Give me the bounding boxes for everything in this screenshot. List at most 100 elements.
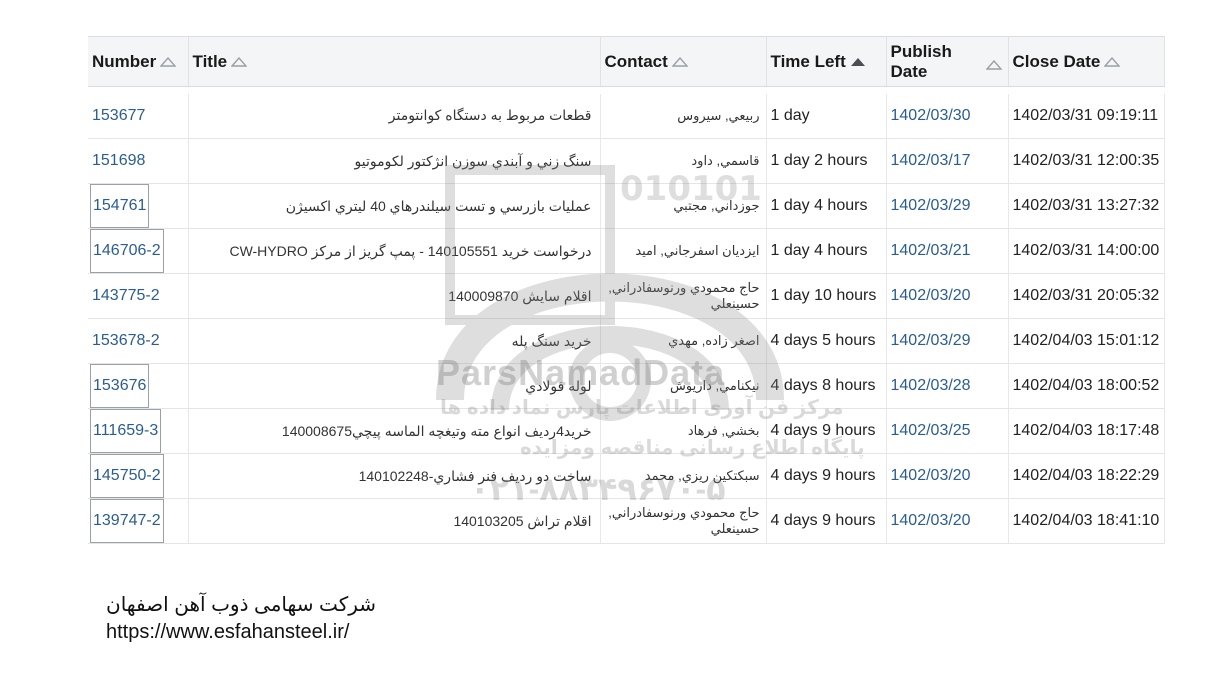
column-header-time-left[interactable]: Time Left [766, 36, 887, 87]
table-row[interactable]: 145750-2 ساخت دو رديف فنر فشاري-14010224… [88, 453, 1178, 499]
publish-date-cell: 1402/03/20 [886, 273, 1009, 319]
column-label-line: Publish [890, 41, 952, 61]
column-label: Number [92, 51, 157, 71]
column-label: Time Left [770, 51, 846, 71]
publish-date-cell: 1402/03/29 [886, 183, 1009, 229]
close-date-cell: 1402/03/31 13:27:32 [1008, 183, 1165, 229]
title-cell: قطعات مربوط به دستگاه کوانتومتر [188, 93, 601, 139]
publish-date-link[interactable]: 1402/03/25 [891, 422, 971, 439]
publish-date-cell: 1402/03/25 [886, 408, 1009, 454]
number-cell: 139747-2 [88, 498, 189, 544]
header-gap [1164, 36, 1178, 87]
table-row[interactable]: 154761 عمليات بازرسي و تست سيلندرهاي 40 … [88, 183, 1178, 229]
table-row[interactable]: 153677 قطعات مربوط به دستگاه کوانتومتر ر… [88, 93, 1178, 139]
publish-date-link[interactable]: 1402/03/29 [891, 332, 971, 349]
contact-cell: نيکنامي, داريوش [600, 363, 767, 409]
table-row[interactable]: 153676 لوله فولادي نيکنامي, داريوش 4 day… [88, 363, 1178, 409]
tender-number-link[interactable]: 153677 [92, 107, 145, 124]
publish-date-cell: 1402/03/28 [886, 363, 1009, 409]
close-date-cell: 1402/03/31 20:05:32 [1008, 273, 1165, 319]
tender-number-link[interactable]: 146706-2 [90, 229, 164, 273]
contact-cell: حاج محمودي ورنوسفادراني, حسينعلي [600, 498, 767, 544]
publish-date-link[interactable]: 1402/03/28 [891, 377, 971, 394]
company-url: https://www.esfahansteel.ir/ [106, 621, 350, 643]
number-cell: 111659-3 [88, 408, 189, 454]
row-gap [1164, 499, 1178, 544]
title-cell: ساخت دو رديف فنر فشاري-140102248 [188, 453, 601, 499]
tender-number-link[interactable]: 143775-2 [92, 287, 160, 304]
row-gap [1164, 139, 1178, 184]
column-header-number[interactable]: Number [88, 36, 189, 87]
time-left-cell: 4 days 5 hours [766, 318, 887, 364]
publish-date-cell: 1402/03/17 [886, 138, 1009, 184]
contact-cell: سبکتکين ريزي, محمد [600, 453, 767, 499]
publish-date-link[interactable]: 1402/03/20 [891, 467, 971, 484]
table-row[interactable]: 143775-2 اقلام سايش 140009870 حاج محمودي… [88, 273, 1178, 319]
sort-ascending-icon[interactable] [1103, 52, 1121, 72]
time-left-cell: 1 day 4 hours [766, 228, 887, 274]
number-cell: 153676 [88, 363, 189, 409]
time-left-cell: 1 day 4 hours [766, 183, 887, 229]
table-row[interactable]: 153678-2 خريد سنگ پله اصغر زاده, مهدي 4 … [88, 318, 1178, 364]
row-gap [1164, 184, 1178, 229]
time-left-cell: 1 day [766, 93, 887, 139]
header-row: Number Title Contact Time Left Publish Da… [88, 36, 1178, 87]
sort-ascending-icon[interactable] [984, 55, 1003, 75]
title-cell: درخواست خريد 140105551 - پمپ گريز از مرک… [188, 228, 601, 274]
column-label: Contact [604, 51, 668, 71]
column-header-contact[interactable]: Contact [600, 36, 767, 87]
tender-number-link[interactable]: 145750-2 [90, 454, 164, 498]
tender-table: Number Title Contact Time Left Publish Da… [88, 36, 1178, 544]
title-cell: اقلام سايش 140009870 [188, 273, 601, 319]
publish-date-link[interactable]: 1402/03/30 [891, 107, 971, 124]
number-cell: 153678-2 [88, 318, 189, 364]
tender-number-link[interactable]: 153676 [90, 364, 150, 408]
tender-number-link[interactable]: 153678-2 [92, 332, 160, 349]
number-cell: 154761 [88, 183, 189, 229]
sort-ascending-icon[interactable] [230, 52, 248, 72]
time-left-cell: 4 days 9 hours [766, 453, 887, 499]
column-header-publish-date[interactable]: Publish Date [886, 36, 1009, 87]
column-label: Close Date [1012, 51, 1101, 71]
contact-cell: بخشي, فرهاد [600, 408, 767, 454]
table-row[interactable]: 139747-2 اقلام تراش 140103205 حاج محمودي… [88, 498, 1178, 544]
contact-cell: ايزديان اسفرجاني, اميد [600, 228, 767, 274]
column-header-title[interactable]: Title [188, 36, 601, 87]
contact-cell: جوزداني, مجتبي [600, 183, 767, 229]
time-left-cell: 4 days 9 hours [766, 408, 887, 454]
tender-number-link[interactable]: 139747-2 [90, 499, 164, 543]
publish-date-cell: 1402/03/29 [886, 318, 1009, 364]
publish-date-link[interactable]: 1402/03/17 [891, 152, 971, 169]
publish-date-link[interactable]: 1402/03/21 [891, 242, 971, 259]
table-row[interactable]: 146706-2 درخواست خريد 140105551 - پمپ گر… [88, 228, 1178, 274]
column-header-close-date[interactable]: Close Date [1008, 36, 1165, 87]
time-left-cell: 4 days 9 hours [766, 498, 887, 544]
row-gap [1164, 409, 1178, 454]
row-gap [1164, 364, 1178, 409]
close-date-cell: 1402/04/03 18:22:29 [1008, 453, 1165, 499]
number-cell: 151698 [88, 138, 189, 184]
tender-number-link[interactable]: 111659-3 [90, 409, 162, 453]
close-date-cell: 1402/04/03 18:41:10 [1008, 498, 1165, 544]
publish-date-link[interactable]: 1402/03/29 [891, 197, 971, 214]
row-gap [1164, 319, 1178, 364]
contact-cell: قاسمي, داود [600, 138, 767, 184]
publish-date-link[interactable]: 1402/03/20 [891, 512, 971, 529]
sort-ascending-icon[interactable] [159, 52, 177, 72]
row-gap [1164, 274, 1178, 319]
tender-number-link[interactable]: 154761 [90, 184, 150, 228]
table-row[interactable]: 151698 سنگ زني و آبندي سوزن انژکتور لکوم… [88, 138, 1178, 184]
close-date-cell: 1402/04/03 18:00:52 [1008, 363, 1165, 409]
title-cell: اقلام تراش 140103205 [188, 498, 601, 544]
sort-active-icon[interactable] [850, 52, 866, 72]
table-row[interactable]: 111659-3 خريد4رديف انواع مته وتيغچه الما… [88, 408, 1178, 454]
publish-date-cell: 1402/03/30 [886, 93, 1009, 139]
contact-cell: ربيعي, سيروس [600, 93, 767, 139]
number-cell: 146706-2 [88, 228, 189, 274]
tender-number-link[interactable]: 151698 [92, 152, 145, 169]
sort-ascending-icon[interactable] [671, 52, 689, 72]
column-label-line: Date [890, 61, 928, 81]
publish-date-cell: 1402/03/20 [886, 453, 1009, 499]
contact-cell: اصغر زاده, مهدي [600, 318, 767, 364]
publish-date-link[interactable]: 1402/03/20 [891, 287, 971, 304]
